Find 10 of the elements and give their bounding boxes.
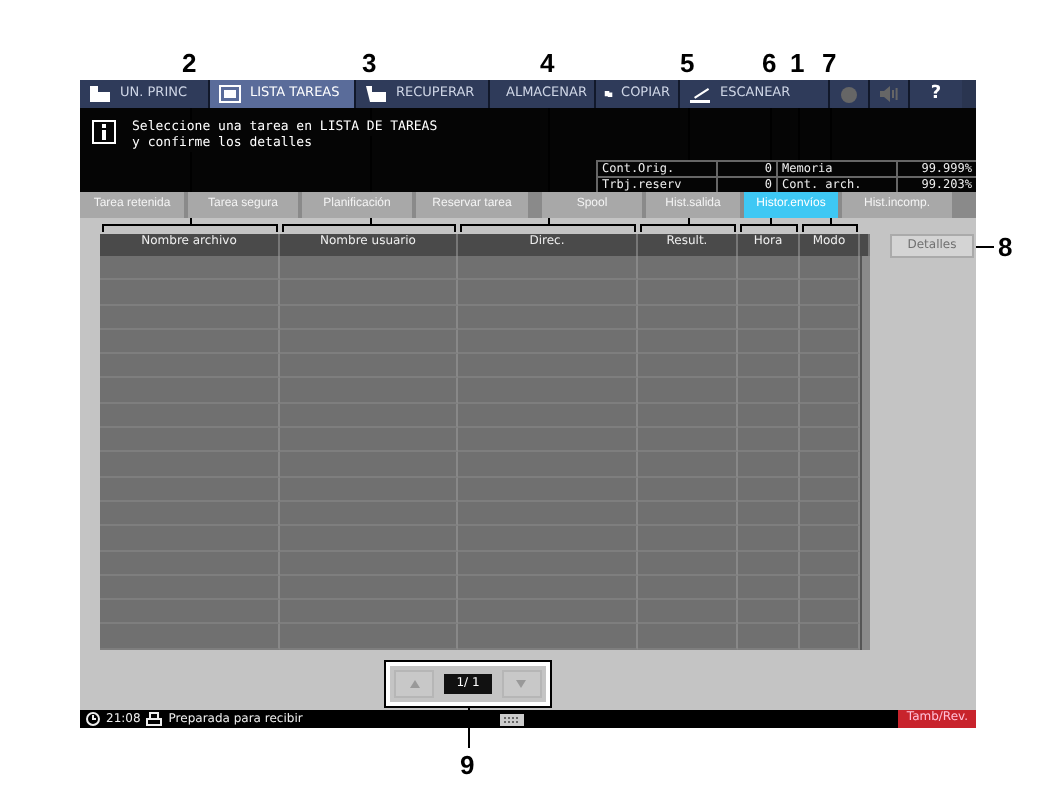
callout-number: 6	[762, 50, 777, 76]
help-button[interactable]: ?	[910, 80, 962, 108]
callout-number: 3	[362, 50, 377, 76]
callout-number: 8	[998, 234, 1013, 260]
callout-number: 2	[182, 50, 197, 76]
callout-number: 5	[680, 50, 695, 76]
callout-number: 4	[540, 50, 555, 76]
callout-number: 7	[822, 50, 837, 76]
callout-number: 1	[790, 50, 805, 76]
callout-number: 9	[460, 752, 475, 778]
